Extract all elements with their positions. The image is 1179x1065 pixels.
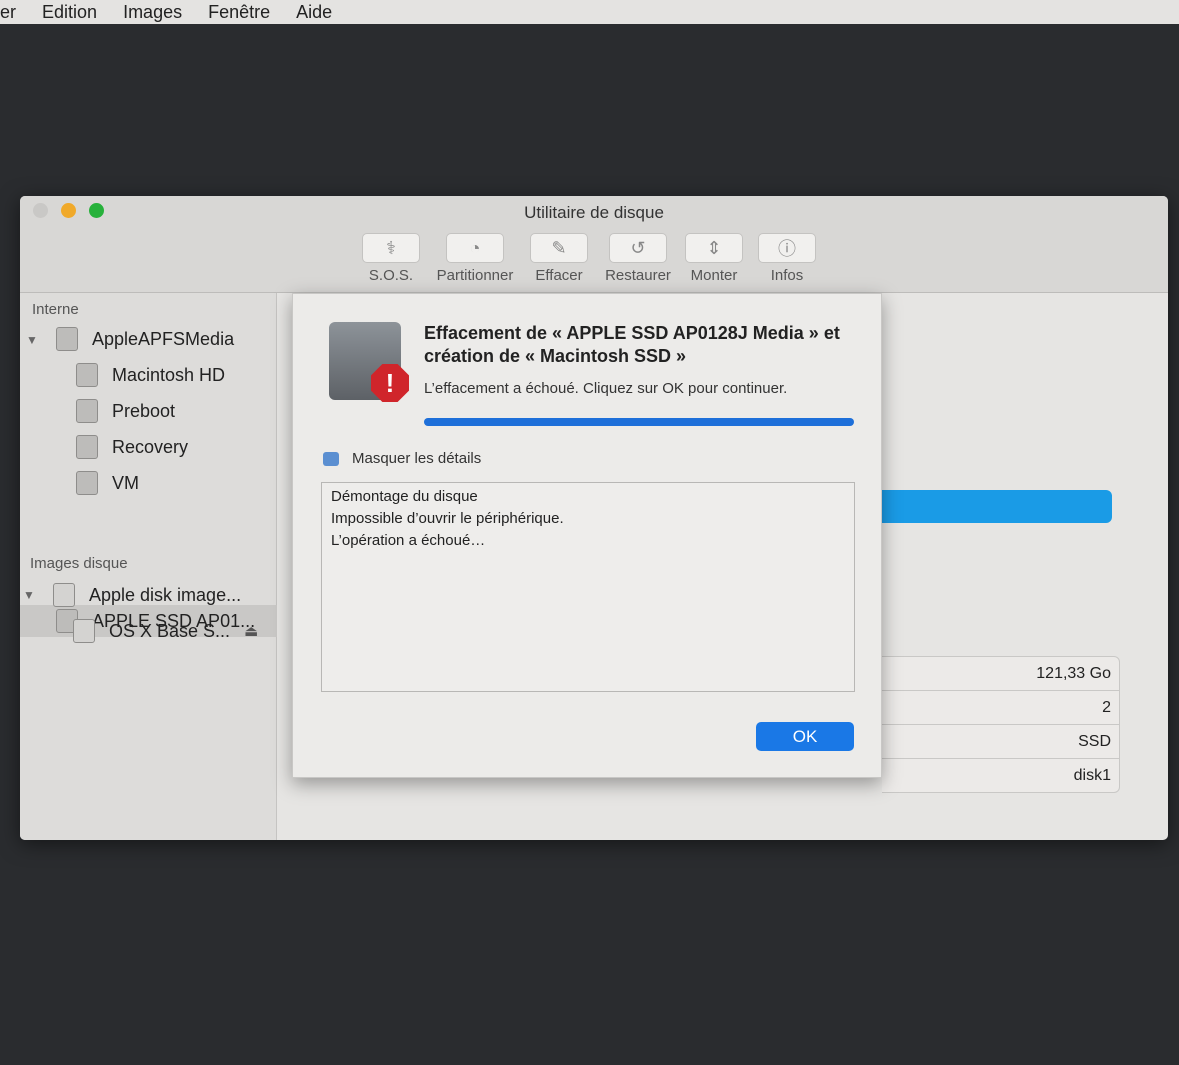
section-disk-images: Images disque xyxy=(30,555,128,572)
mount-icon: ⇕ xyxy=(706,237,722,258)
partition-button[interactable]: ◔ xyxy=(446,233,504,263)
capacity-value: 121,33 Go xyxy=(882,657,1119,691)
type-value: SSD xyxy=(882,725,1119,759)
menu-aide[interactable]: Aide xyxy=(296,2,332,23)
sidebar-item-macintosh-hd[interactable]: Macintosh HD xyxy=(76,360,225,390)
volume-icon xyxy=(76,363,98,387)
volume-icon xyxy=(76,399,98,423)
volume-icon xyxy=(76,471,98,495)
restore-icon: ↺ xyxy=(630,237,646,258)
dialog-message: L’effacement a échoué. Cliquez sur OK po… xyxy=(424,380,788,397)
eject-icon[interactable]: ⏏ xyxy=(244,622,258,640)
info-label: Infos xyxy=(770,267,804,284)
progress-bar xyxy=(424,418,854,426)
volume-icon xyxy=(73,619,95,643)
window-title: Utilitaire de disque xyxy=(524,203,664,222)
sidebar: Interne ▼ AppleAPFSMedia Macintosh HD Pr… xyxy=(20,293,277,840)
volume-icon xyxy=(76,435,98,459)
menu-fenetre[interactable]: Fenêtre xyxy=(208,2,270,23)
menu-images[interactable]: Images xyxy=(123,2,182,23)
disk-info-table: 121,33 Go 2 SSD disk1 xyxy=(882,656,1120,793)
first-aid-label: S.O.S. xyxy=(368,267,414,284)
child-count-value: 2 xyxy=(882,691,1119,725)
ok-button[interactable]: OK xyxy=(756,722,854,751)
hide-details-label[interactable]: Masquer les détails xyxy=(352,450,481,467)
menu-edition[interactable]: Edition xyxy=(42,2,97,23)
section-internal: Interne xyxy=(32,301,79,318)
details-log: Démontage du disque Impossible d’ouvrir … xyxy=(321,482,855,692)
stethoscope-icon: ⚕ xyxy=(386,237,396,258)
restore-button[interactable]: ↺ xyxy=(609,233,667,263)
menu-bar: ier Edition Images Fenêtre Aide xyxy=(0,0,1179,24)
usage-bar xyxy=(882,490,1112,523)
first-aid-button[interactable]: ⚕ xyxy=(362,233,420,263)
sidebar-item-recovery[interactable]: Recovery xyxy=(76,432,188,462)
info-icon: ⓘ xyxy=(778,239,796,259)
sidebar-item-appleapfsmedia[interactable]: AppleAPFSMedia xyxy=(56,324,234,354)
erase-error-sheet: ! Effacement de « APPLE SSD AP0128J Medi… xyxy=(292,293,882,778)
toolbar: Utilitaire de disque ⚕ S.O.S. ◔ Partitio… xyxy=(20,196,1168,293)
log-line: L’opération a échoué… xyxy=(331,532,486,549)
disclosure-button[interactable] xyxy=(323,452,339,466)
dialog-title: Effacement de « APPLE SSD AP0128J Media … xyxy=(424,323,840,366)
sidebar-item-os-x-base-system[interactable]: OS X Base S... ⏏ xyxy=(73,616,258,646)
sidebar-item-apple-disk-image[interactable]: Apple disk image... xyxy=(53,580,241,610)
disk-image-icon xyxy=(53,583,75,607)
sidebar-item-preboot[interactable]: Preboot xyxy=(76,396,175,426)
device-value: disk1 xyxy=(1073,767,1111,784)
disclosure-triangle-icon[interactable]: ▼ xyxy=(23,588,35,602)
log-line: Démontage du disque xyxy=(331,488,478,505)
mount-button[interactable]: ⇕ xyxy=(685,233,743,263)
info-button[interactable]: ⓘ xyxy=(758,233,816,263)
menu-fichier[interactable]: ier xyxy=(0,2,16,23)
disclosure-triangle-icon[interactable]: ▼ xyxy=(26,333,38,347)
partition-icon: ◔ xyxy=(469,237,481,258)
erase-icon: ✎ xyxy=(551,237,567,258)
erase-button[interactable]: ✎ xyxy=(530,233,588,263)
disk-icon xyxy=(56,327,78,351)
erase-label: Effacer xyxy=(535,267,583,284)
log-line: Impossible d’ouvrir le périphérique. xyxy=(331,510,564,527)
sidebar-item-vm[interactable]: VM xyxy=(76,468,139,498)
alert-icon: ! xyxy=(371,364,409,402)
partition-label: Partitionner xyxy=(436,267,514,284)
